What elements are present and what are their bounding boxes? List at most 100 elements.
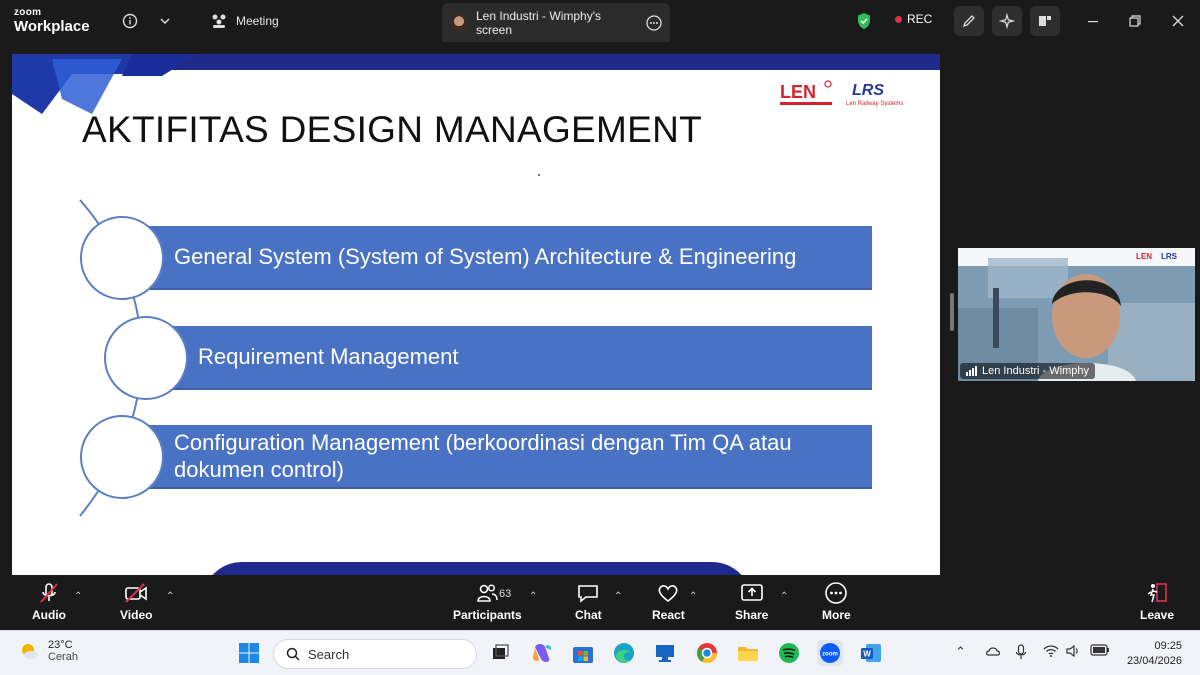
weather-temp: 23°C (48, 639, 73, 651)
chat-button[interactable]: Chat (575, 581, 602, 622)
ai-companion-button[interactable] (992, 6, 1022, 36)
file-explorer-icon[interactable] (735, 640, 761, 666)
close-icon[interactable] (1165, 8, 1191, 34)
camera-off-icon (125, 583, 148, 603)
video-button[interactable]: Video (120, 581, 152, 622)
slide-bottom-shape (202, 562, 752, 575)
list-item-label: Configuration Management (berkoordinasi … (174, 430, 792, 482)
svg-text:LEN: LEN (780, 82, 816, 102)
layout-icon (1039, 16, 1051, 26)
edge-icon[interactable] (611, 640, 637, 666)
search-placeholder: Search (308, 646, 350, 662)
copilot-icon[interactable] (529, 640, 555, 666)
more-label: More (822, 608, 851, 622)
zoom-taskbar-icon[interactable]: zoom (817, 640, 843, 666)
participants-icon (477, 584, 499, 602)
tab-shared-screen[interactable]: Len Industri - Wimphy's screen (442, 3, 670, 42)
spotify-icon[interactable] (776, 640, 802, 666)
react-label: React (652, 608, 685, 622)
signal-icon (966, 366, 977, 376)
microphone-icon[interactable] (1015, 644, 1027, 663)
annotate-button[interactable] (954, 6, 984, 36)
chevron-up-icon[interactable]: ⌃ (74, 591, 82, 602)
heart-icon (658, 585, 678, 603)
participant-name-label: Len Industri - Wimphy (960, 363, 1095, 379)
recording-indicator[interactable]: REC (895, 12, 932, 26)
list-item-marker (104, 316, 188, 400)
leave-label: Leave (1140, 608, 1175, 622)
list-item-marker (80, 415, 164, 499)
chevron-up-icon[interactable]: ⌃ (689, 591, 697, 602)
pencil-icon (962, 15, 975, 28)
title-bar: zoom Workplace Meeting Len Industri - Wi… (0, 0, 1200, 42)
more-icon (825, 582, 848, 604)
avatar (450, 13, 468, 32)
list-item: Requirement Management (146, 326, 872, 390)
shield-icon[interactable] (851, 8, 877, 34)
taskbar-search[interactable]: Search (273, 639, 477, 669)
more-options-icon[interactable] (646, 14, 662, 31)
people-icon (212, 14, 226, 28)
tab-share-label: Len Industri - Wimphy's screen (476, 8, 601, 37)
zoom-window: zoom Workplace Meeting Len Industri - Wi… (0, 0, 1200, 675)
chat-label: Chat (575, 608, 602, 622)
share-screen-icon (740, 584, 763, 601)
chevron-up-icon[interactable]: ⌃ (529, 591, 537, 602)
list-item-label: Requirement Management (198, 344, 459, 369)
windows-start-icon[interactable] (236, 640, 262, 666)
share-label: Share (735, 608, 769, 622)
microsoft-store-icon[interactable] (570, 640, 596, 666)
show-hidden-icons-icon[interactable]: ⌃ (955, 644, 966, 660)
more-button[interactable]: More (822, 581, 851, 622)
tab-meeting-label: Meeting (236, 14, 279, 28)
audio-button[interactable]: Audio (32, 581, 66, 622)
leave-icon (1147, 583, 1167, 603)
share-button[interactable]: Share (735, 581, 768, 622)
svg-text:Len Railway Systems: Len Railway Systems (846, 101, 903, 107)
list-item-marker (80, 216, 164, 300)
task-view-icon[interactable] (487, 640, 513, 666)
chevron-up-icon[interactable]: ⌃ (780, 591, 788, 602)
remote-desktop-icon[interactable] (652, 640, 678, 666)
react-button[interactable]: React (652, 581, 685, 622)
minimize-icon[interactable] (1080, 8, 1106, 34)
leave-button[interactable]: Leave (1140, 581, 1174, 622)
weather-desc: Cerah (48, 651, 78, 663)
slide-dot (538, 174, 540, 176)
onedrive-icon[interactable] (985, 644, 1001, 661)
participant-video-tile[interactable]: LEN LRS Len Industri - Wimphy (958, 248, 1195, 381)
svg-text:LEN: LEN (1136, 252, 1152, 261)
taskbar-clock[interactable]: 09:25 23/04/2026 (1118, 639, 1182, 669)
audio-label: Audio (32, 608, 66, 622)
speaker-icon[interactable] (1065, 644, 1081, 661)
battery-icon[interactable] (1090, 644, 1110, 659)
restore-icon[interactable] (1122, 8, 1148, 34)
svg-text:LRS: LRS (1161, 252, 1178, 261)
chevron-up-icon[interactable]: ⌃ (166, 591, 174, 602)
info-icon[interactable] (117, 8, 143, 34)
list-item-label: General System (System of System) Archit… (174, 244, 797, 269)
weather-widget[interactable]: 23°C Cerah (18, 639, 78, 663)
chat-icon (578, 585, 599, 603)
video-label: Video (120, 608, 153, 622)
brand-bottom: Workplace (14, 18, 90, 35)
sparkle-icon (999, 13, 1015, 29)
chrome-icon[interactable] (694, 640, 720, 666)
chevron-up-icon[interactable]: ⌃ (614, 591, 622, 602)
svg-text:LRS: LRS (852, 82, 884, 99)
windows-taskbar: 23°C Cerah Search zoom W ⌃ 09:25 23/04/2… (0, 630, 1200, 675)
word-icon[interactable]: W (858, 640, 884, 666)
list-item: Configuration Management (berkoordinasi … (122, 425, 872, 489)
video-feed: LEN LRS (958, 248, 1195, 381)
tab-meeting[interactable]: Meeting (200, 0, 289, 42)
chevron-down-icon[interactable] (152, 8, 178, 34)
wifi-icon[interactable] (1043, 644, 1059, 661)
svg-text:W: W (863, 650, 871, 659)
participants-button[interactable]: Participants (453, 581, 522, 622)
view-options-button[interactable] (1030, 6, 1060, 36)
search-icon (286, 647, 300, 661)
zoom-logo: zoom Workplace (14, 8, 90, 35)
list-item: General System (System of System) Archit… (122, 226, 872, 290)
lrs-logo: LRS Len Railway Systems (846, 82, 903, 107)
panel-resize-handle[interactable] (950, 293, 954, 331)
